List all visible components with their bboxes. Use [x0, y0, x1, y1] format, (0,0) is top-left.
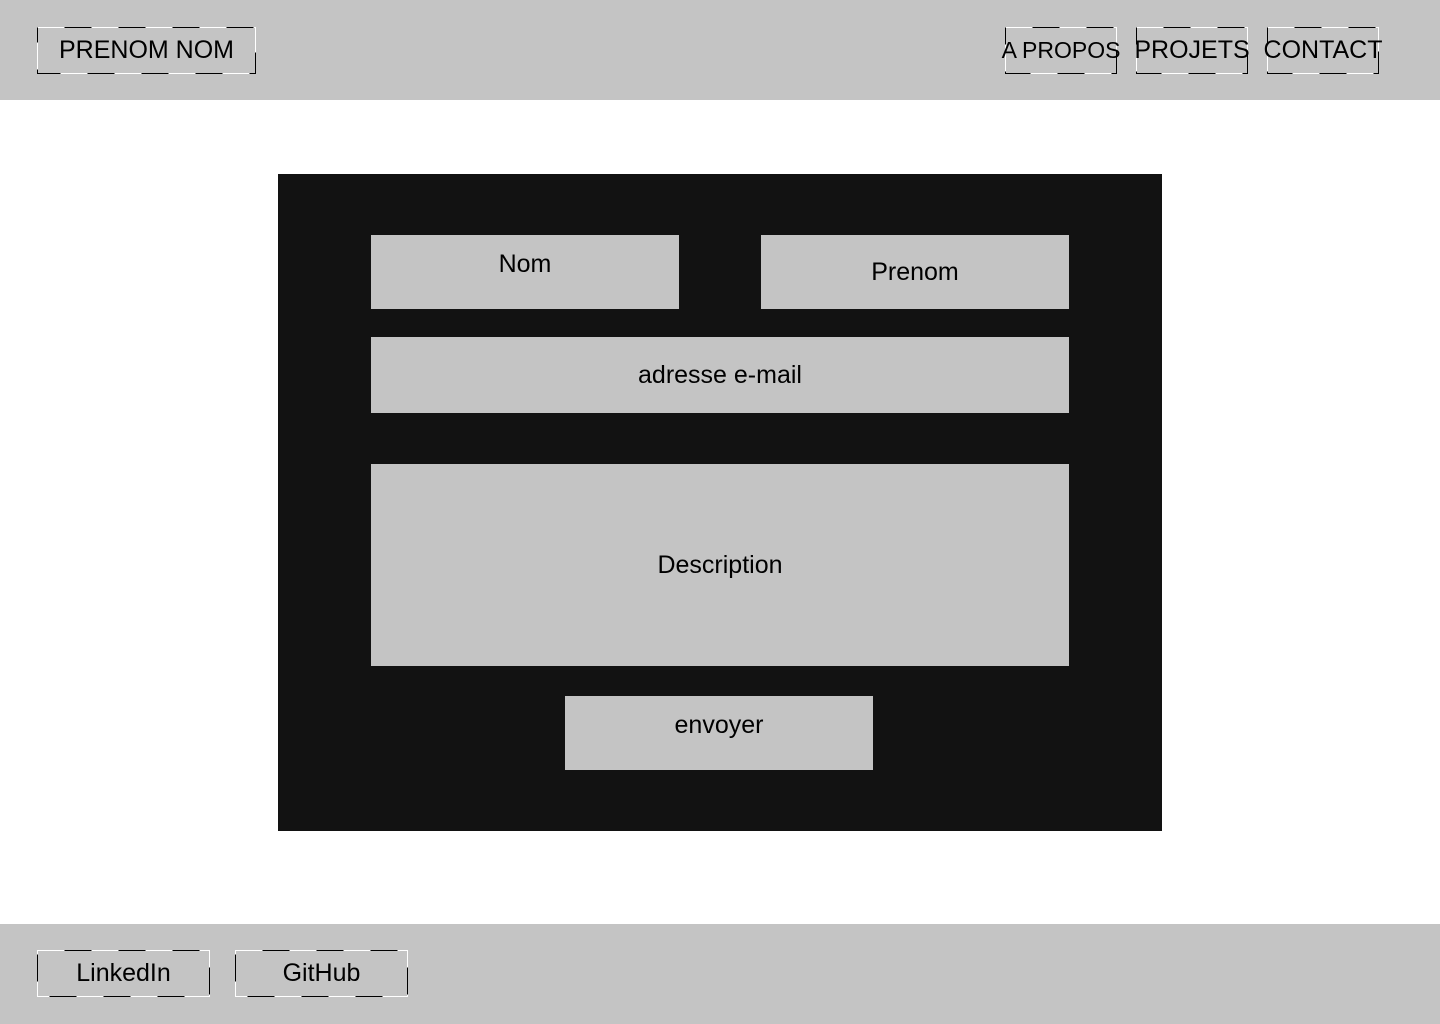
prenom-field[interactable]: Prenom	[761, 235, 1069, 309]
nav-link-apropos-label: A PROPOS	[1001, 37, 1121, 63]
brand-label: PRENOM NOM	[59, 36, 234, 64]
nom-field-label: Nom	[498, 250, 552, 278]
email-field[interactable]: adresse e-mail	[371, 337, 1069, 413]
description-field[interactable]: Description	[371, 464, 1069, 666]
description-field-label: Description	[657, 550, 783, 579]
nav-link-contact[interactable]: CONTACT	[1264, 27, 1383, 74]
submit-button[interactable]: envoyer	[565, 696, 873, 770]
nav-link-projets-label: PROJETS	[1134, 36, 1250, 64]
linkedin-link-label: LinkedIn	[76, 959, 171, 987]
nom-field[interactable]: Nom	[371, 235, 679, 309]
nav-link-projets[interactable]: PROJETS	[1134, 27, 1250, 74]
contact-form-panel: Nom Prenom adresse e-mail Description en…	[278, 174, 1162, 831]
submit-button-label: envoyer	[674, 711, 764, 739]
github-link[interactable]: GitHub	[235, 950, 408, 997]
nav-link-contact-label: CONTACT	[1263, 36, 1383, 64]
email-field-label: adresse e-mail	[638, 360, 802, 389]
header-bar: PRENOM NOM A PROPOS PROJETS CONTACT	[0, 0, 1440, 100]
footer-bar: LinkedIn GitHub	[0, 924, 1440, 1024]
linkedin-link[interactable]: LinkedIn	[37, 950, 210, 997]
brand-link[interactable]: PRENOM NOM	[37, 27, 256, 74]
nav-link-apropos[interactable]: A PROPOS	[1002, 27, 1120, 74]
github-link-label: GitHub	[282, 959, 361, 987]
page: PRENOM NOM A PROPOS PROJETS CONTACT Nom …	[0, 0, 1440, 1024]
prenom-field-label: Prenom	[871, 257, 959, 286]
